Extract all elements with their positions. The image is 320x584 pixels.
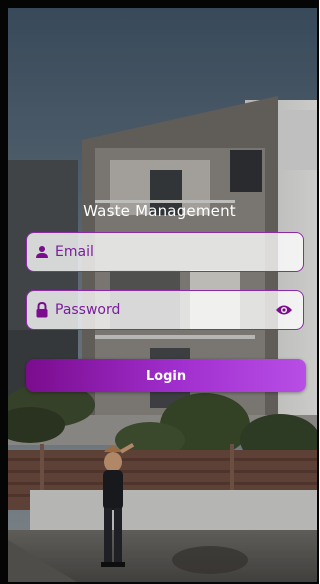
password-input[interactable] (51, 291, 273, 329)
login-form-container: Waste Management Email Login (0, 0, 319, 584)
eye-icon[interactable] (273, 299, 295, 321)
status-bar (0, 0, 319, 8)
email-field[interactable] (26, 232, 304, 272)
email-input[interactable] (51, 233, 303, 271)
login-button[interactable]: Login (26, 359, 306, 392)
login-screen: Waste Management Email Login (0, 0, 319, 584)
lock-icon (33, 301, 51, 319)
person-icon (33, 243, 51, 261)
app-title: Waste Management (83, 202, 236, 220)
password-field[interactable] (26, 290, 304, 330)
